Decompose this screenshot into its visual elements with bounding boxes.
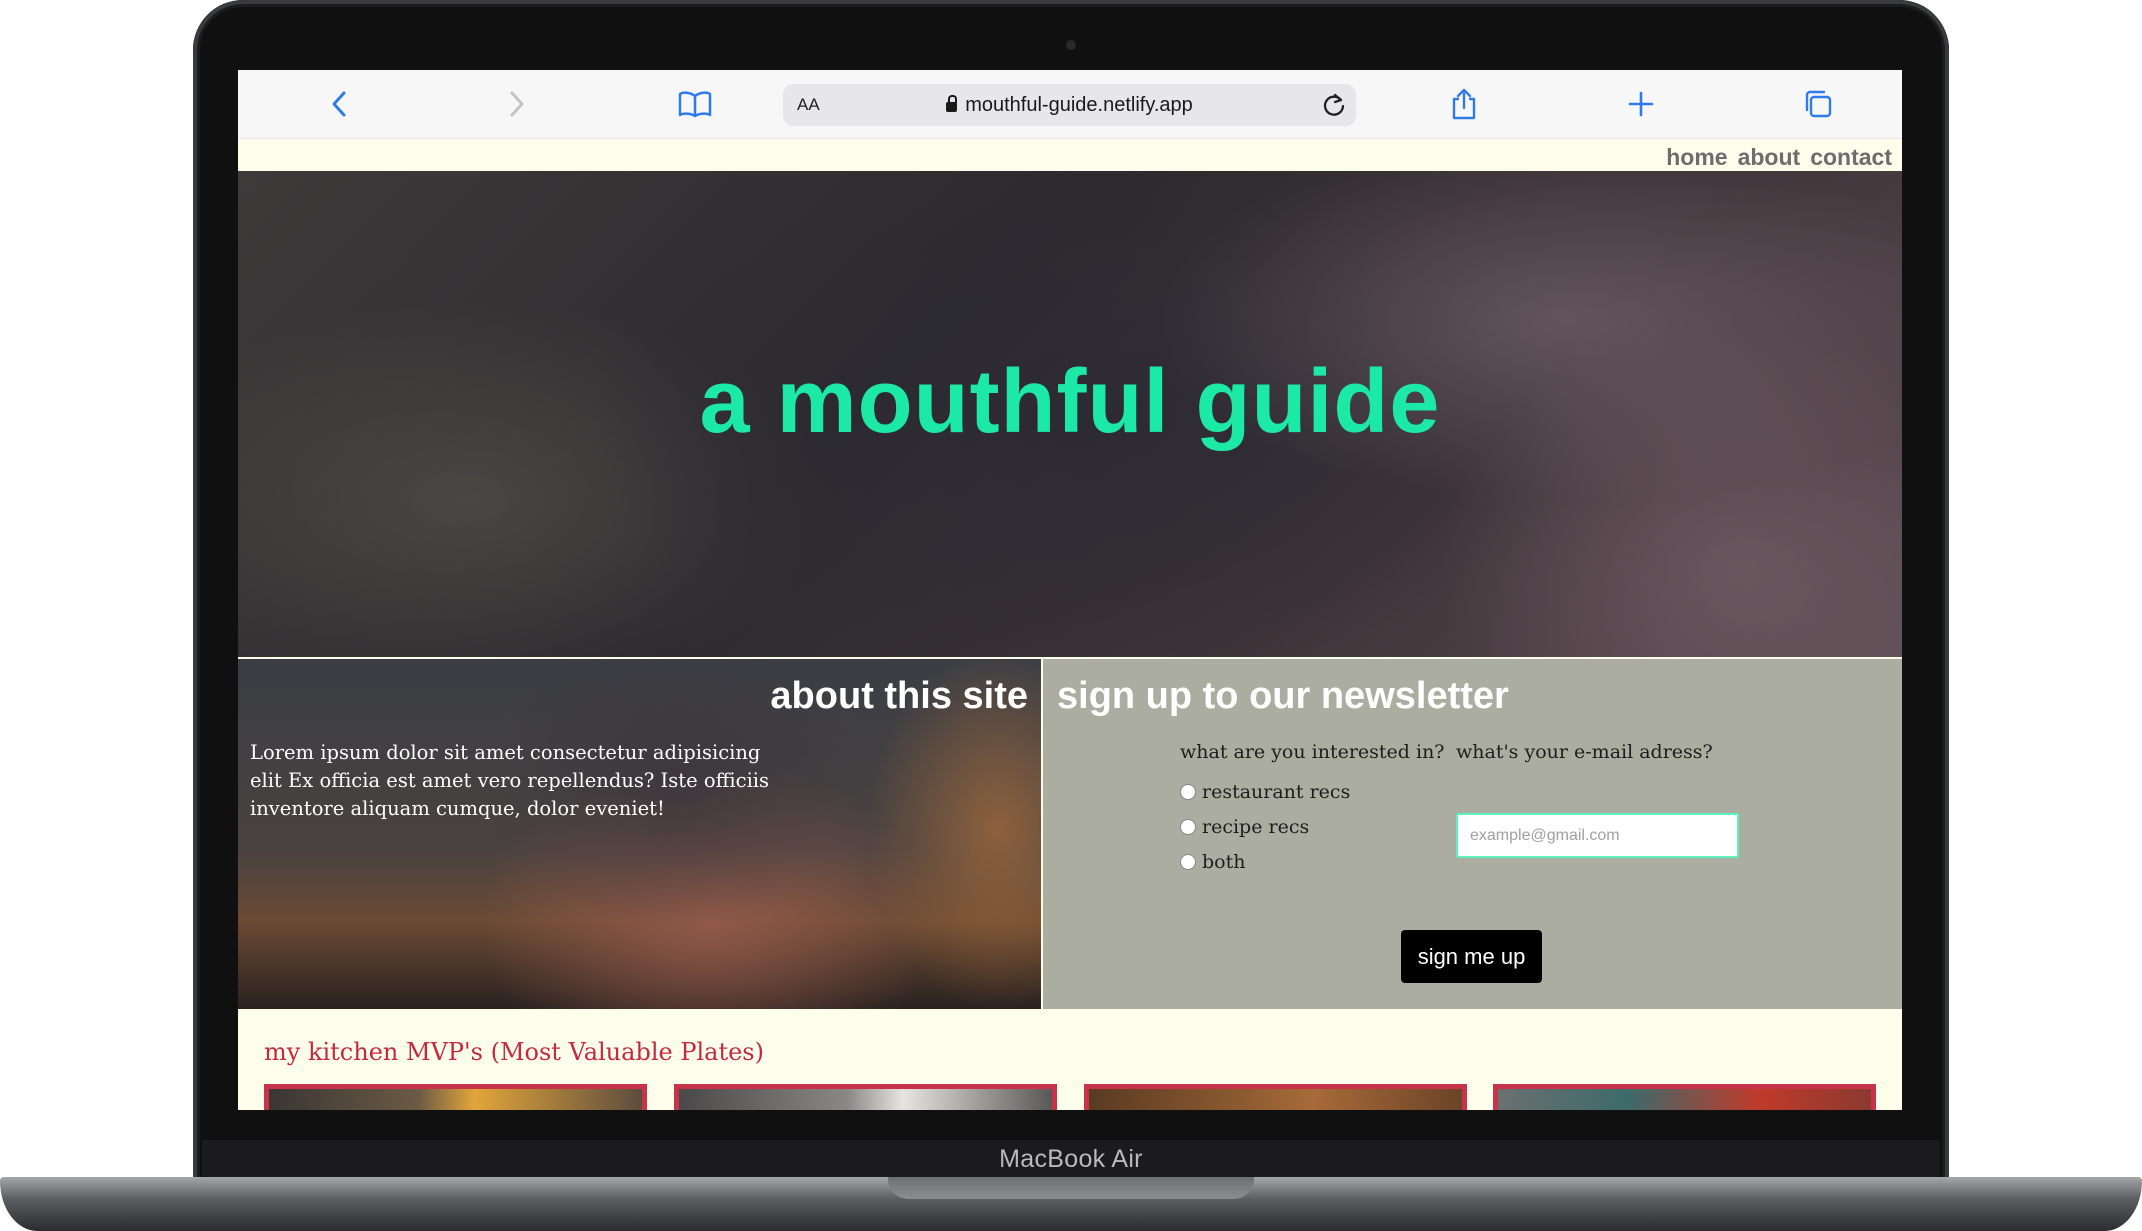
- about-title: about this site: [770, 675, 1028, 717]
- option-label: recipe recs: [1202, 816, 1310, 838]
- chevron-right-icon: [510, 91, 524, 117]
- email-question: what's your e-mail adress?: [1456, 741, 1713, 763]
- browser-toolbar: AA mouthful-guide.netlify.app: [238, 70, 1902, 139]
- back-button[interactable]: [320, 84, 360, 124]
- camera: [1066, 40, 1076, 50]
- device-label: MacBook Air: [999, 1145, 1143, 1173]
- share-icon: [1452, 88, 1476, 120]
- option-recipe-recs[interactable]: recipe recs: [1180, 816, 1309, 838]
- lock-icon: [946, 95, 958, 112]
- mvp-section-title: my kitchen MVP's (Most Valuable Plates): [264, 1038, 764, 1066]
- about-panel: about this site Lorem ipsum dolor sit am…: [238, 659, 1041, 1009]
- nav-link-home[interactable]: home: [1666, 144, 1727, 171]
- nav-link-contact[interactable]: contact: [1810, 144, 1892, 171]
- radio-button[interactable]: [1180, 819, 1196, 835]
- newsletter-panel: sign up to our newsletter what are you i…: [1043, 659, 1902, 1009]
- option-restaurant-recs[interactable]: restaurant recs: [1180, 781, 1350, 803]
- plate-card-3[interactable]: [1084, 1084, 1467, 1110]
- reload-icon[interactable]: [1320, 91, 1348, 119]
- radio-button[interactable]: [1180, 854, 1196, 870]
- url-display[interactable]: mouthful-guide.netlify.app: [783, 94, 1356, 117]
- site-nav: home about contact: [1666, 144, 1892, 171]
- option-label: restaurant recs: [1202, 781, 1351, 803]
- laptop-base-notch: [888, 1177, 1254, 1199]
- book-icon: [678, 91, 712, 118]
- radio-button[interactable]: [1180, 784, 1196, 800]
- address-bar[interactable]: AA mouthful-guide.netlify.app: [783, 84, 1356, 126]
- tabs-button[interactable]: [1798, 84, 1838, 124]
- interest-question: what are you interested in?: [1180, 741, 1445, 763]
- hero-banner: a mouthful guide: [238, 171, 1902, 657]
- share-button[interactable]: [1444, 84, 1484, 124]
- plate-card-1[interactable]: [264, 1084, 647, 1110]
- new-tab-button[interactable]: [1621, 84, 1661, 124]
- about-text: Lorem ipsum dolor sit amet consectetur a…: [250, 741, 770, 820]
- nav-link-about[interactable]: about: [1738, 144, 1801, 171]
- bookmarks-button[interactable]: [675, 84, 715, 124]
- option-label: both: [1202, 851, 1246, 873]
- plus-icon: [1628, 91, 1654, 117]
- url-text: mouthful-guide.netlify.app: [965, 94, 1193, 116]
- forward-button[interactable]: [496, 84, 536, 124]
- hero-title: a mouthful guide: [699, 352, 1441, 452]
- option-both[interactable]: both: [1180, 851, 1245, 873]
- email-input[interactable]: [1456, 813, 1739, 858]
- chevron-left-icon: [332, 91, 346, 117]
- plate-card-4[interactable]: [1493, 1084, 1876, 1110]
- plate-card-2[interactable]: [674, 1084, 1057, 1110]
- sign-up-button[interactable]: sign me up: [1401, 930, 1542, 983]
- newsletter-title: sign up to our newsletter: [1057, 675, 1509, 717]
- browser-screen: AA mouthful-guide.netlify.app home about…: [238, 70, 1902, 1110]
- tabs-icon: [1805, 90, 1832, 118]
